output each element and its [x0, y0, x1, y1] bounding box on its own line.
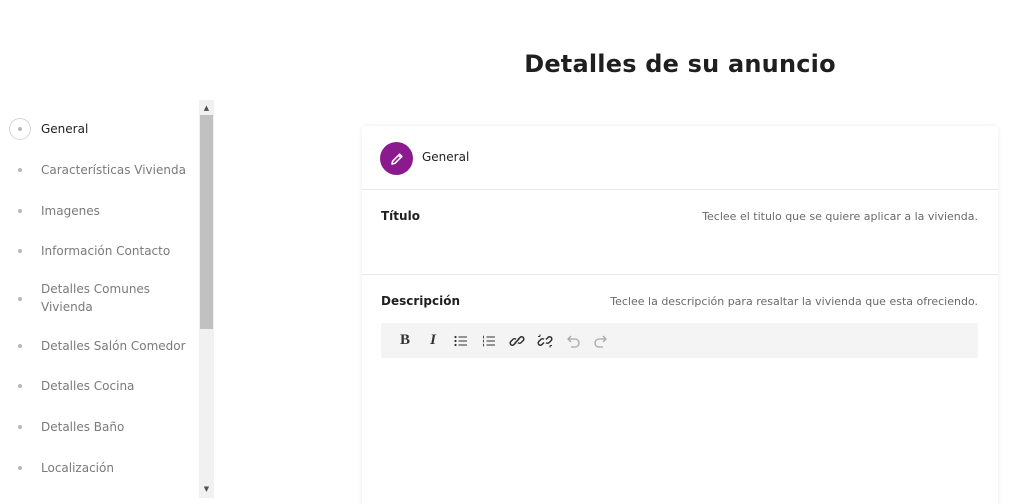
- sidebar-item-detalles-comunes-vivienda[interactable]: Detalles Comunes Vivienda: [0, 280, 198, 318]
- sidebar-item-detalles-cocina[interactable]: Detalles Cocina: [0, 375, 198, 397]
- step-dot-icon: [9, 240, 31, 262]
- sidebar-item-detalles-salon-comedor[interactable]: Detalles Salón Comedor: [0, 335, 198, 357]
- sidebar-item-label: Información Contacto: [41, 244, 171, 258]
- step-dot-icon: [9, 159, 31, 181]
- undo-icon[interactable]: [559, 329, 587, 353]
- step-dot-icon: [9, 200, 31, 222]
- titulo-hint: Teclee el titulo que se quiere aplicar a…: [702, 210, 978, 223]
- sidebar-item-caracteristicas-vivienda[interactable]: Características Vivienda: [0, 159, 198, 181]
- general-card: General Título Teclee el titulo que se q…: [362, 126, 998, 504]
- card-title: General: [422, 150, 470, 164]
- italic-button[interactable]: I: [419, 329, 447, 353]
- numbered-list-icon[interactable]: [475, 329, 503, 353]
- sidebar-item-label: Imagenes: [41, 204, 100, 218]
- sidebar-item-localizacion[interactable]: Localización: [0, 457, 198, 479]
- scroll-down-arrow-icon[interactable]: ▼: [199, 481, 214, 496]
- sidebar-item-detalles-bano[interactable]: Detalles Baño: [0, 416, 198, 438]
- link-icon[interactable]: [503, 329, 531, 353]
- redo-icon[interactable]: [587, 329, 615, 353]
- titulo-field[interactable]: Título Teclee el titulo que se quiere ap…: [362, 190, 998, 275]
- step-dot-icon: [9, 288, 31, 310]
- step-dot-icon: [9, 335, 31, 357]
- pencil-icon: [380, 142, 413, 175]
- sidebar-item-label: Detalles Salón Comedor: [41, 339, 186, 353]
- sidebar-item-label: General: [41, 122, 89, 136]
- sidebar-item-general[interactable]: General: [0, 118, 198, 140]
- unlink-icon[interactable]: [531, 329, 559, 353]
- sidebar-item-label: Características Vivienda: [41, 163, 186, 177]
- descripcion-field: Descripción Teclee la descripción para r…: [362, 275, 998, 504]
- sidebar-item-label: Detalles Comunes Vivienda: [41, 282, 151, 314]
- sidebar-scrollbar-thumb[interactable]: [200, 115, 213, 329]
- sidebar-item-imagenes[interactable]: Imagenes: [0, 200, 198, 222]
- step-dot-icon: [9, 416, 31, 438]
- sidebar-item-informacion-contacto[interactable]: Información Contacto: [0, 240, 198, 262]
- step-dot-icon: [9, 375, 31, 397]
- sidebar-item-label: Detalles Cocina: [41, 379, 135, 393]
- scroll-up-arrow-icon[interactable]: ▲: [199, 100, 214, 115]
- sidebar-item-label: Localización: [41, 461, 114, 475]
- active-step-dot-icon: [9, 118, 31, 140]
- bold-button[interactable]: B: [391, 329, 419, 353]
- step-dot-icon: [9, 457, 31, 479]
- descripcion-label: Descripción: [381, 294, 460, 308]
- page-title: Detalles de su anuncio: [524, 50, 836, 78]
- titulo-label: Título: [381, 209, 420, 223]
- bullet-list-icon[interactable]: [447, 329, 475, 353]
- sidebar-nav: General Características Vivienda Imagene…: [0, 100, 214, 498]
- sidebar-item-label: Detalles Baño: [41, 420, 125, 434]
- editor-toolbar: B I: [381, 323, 978, 358]
- card-header: General: [362, 126, 998, 190]
- descripcion-hint: Teclee la descripción para resaltar la v…: [610, 295, 978, 308]
